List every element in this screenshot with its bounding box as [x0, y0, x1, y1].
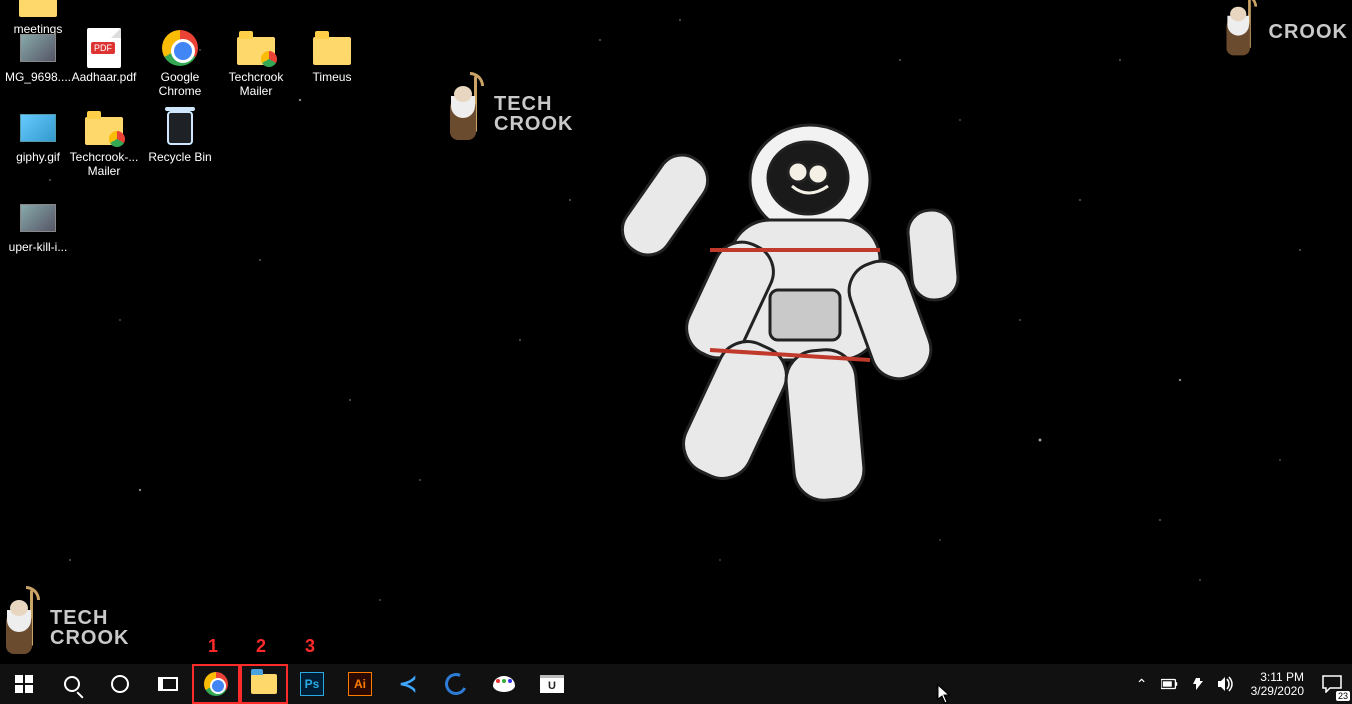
desktop-icon-label: Aadhaar.pdf: [66, 70, 142, 84]
pdf-icon: [84, 28, 124, 68]
desktop-icon-recycle[interactable]: Recycle Bin: [142, 108, 218, 164]
folder-chrome-icon: [84, 108, 124, 148]
annotation-3: 3: [305, 636, 315, 657]
tray-chevron-icon[interactable]: ⌃: [1133, 675, 1151, 693]
desktop-icon-label: Google Chrome: [142, 70, 218, 98]
desktop[interactable]: meetingsMG_9698....Aadhaar.pdfGoogle Chr…: [0, 0, 1352, 664]
desktop-icon-giphy[interactable]: giphy.gif: [0, 108, 76, 164]
folder-icon: [18, 0, 58, 20]
chrome-button[interactable]: [192, 664, 240, 704]
start-button[interactable]: [0, 664, 48, 704]
folder-chrome-icon: [236, 28, 276, 68]
chrome-icon: [160, 28, 200, 68]
paint-button[interactable]: [480, 664, 528, 704]
cortana-button[interactable]: [96, 664, 144, 704]
clock-date: 3/29/2020: [1251, 684, 1304, 698]
desktop-icon-timeus[interactable]: Timeus: [294, 28, 370, 84]
desktop-icon-label: uper-kill-i...: [0, 240, 76, 254]
desktop-icon-aadhaar[interactable]: Aadhaar.pdf: [66, 28, 142, 84]
gif-icon: [18, 108, 58, 148]
desktop-icon-label: Recycle Bin: [142, 150, 218, 164]
action-center-button[interactable]: 23: [1312, 664, 1352, 704]
task-view-button[interactable]: [144, 664, 192, 704]
u-app-button[interactable]: U: [528, 664, 576, 704]
battery-icon[interactable]: [1161, 675, 1179, 693]
edge-button[interactable]: [432, 664, 480, 704]
image-icon: [18, 28, 58, 68]
vscode-button[interactable]: ≺: [384, 664, 432, 704]
power-icon[interactable]: [1189, 675, 1207, 693]
annotation-2: 2: [256, 636, 266, 657]
clock-time: 3:11 PM: [1251, 670, 1304, 684]
desktop-icon-superkill[interactable]: uper-kill-i...: [0, 198, 76, 254]
system-tray[interactable]: ⌃: [1125, 664, 1243, 704]
notification-count: 23: [1336, 691, 1350, 701]
desktop-icon-label: Techcrook Mailer: [218, 70, 294, 98]
desktop-icon-label: giphy.gif: [0, 150, 76, 164]
file-explorer-button[interactable]: [240, 664, 288, 704]
photoshop-button[interactable]: Ps: [288, 664, 336, 704]
volume-icon[interactable]: [1217, 675, 1235, 693]
desktop-icon-tcmailer2[interactable]: Techcrook-... Mailer: [66, 108, 142, 178]
folder-icon: [312, 28, 352, 68]
desktop-icon-label: Timeus: [294, 70, 370, 84]
desktop-icon-label: Techcrook-... Mailer: [66, 150, 142, 178]
illustrator-button[interactable]: Ai: [336, 664, 384, 704]
search-button[interactable]: [48, 664, 96, 704]
recycle-icon: [160, 108, 200, 148]
desktop-icon-tcmailer[interactable]: Techcrook Mailer: [218, 28, 294, 98]
taskbar-clock[interactable]: 3:11 PM 3/29/2020: [1243, 670, 1312, 698]
image-icon: [18, 198, 58, 238]
desktop-icon-label: MG_9698....: [0, 70, 76, 84]
desktop-icon-mg9698[interactable]: MG_9698....: [0, 28, 76, 84]
annotation-1: 1: [208, 636, 218, 657]
desktop-icon-gchrome[interactable]: Google Chrome: [142, 28, 218, 98]
taskbar: PsAi≺ U ⌃ 3:11 PM 3/29/2020 23: [0, 664, 1352, 704]
